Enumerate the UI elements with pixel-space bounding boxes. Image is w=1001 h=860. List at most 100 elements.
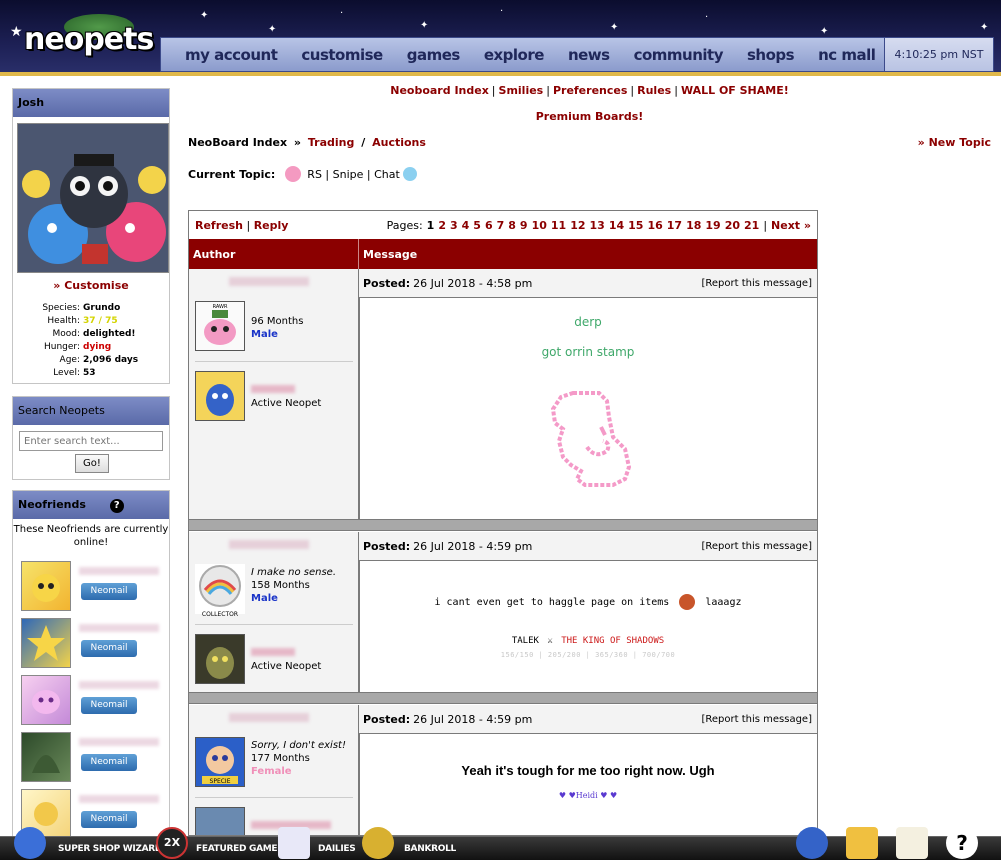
- page-link[interactable]: 8: [508, 219, 516, 232]
- link-rules[interactable]: Rules: [637, 84, 671, 97]
- author-months: 158 Months: [251, 580, 310, 591]
- link-preferences[interactable]: Preferences: [553, 84, 627, 97]
- author-avatar[interactable]: SPECIE: [195, 737, 245, 787]
- pet-icon[interactable]: [796, 827, 828, 859]
- user-pet-panel: Josh » Customise Species: Grundo Health: 3…: [12, 88, 170, 384]
- friend-name-blurred[interactable]: [79, 624, 159, 632]
- nav-nc-mall[interactable]: nc mall: [818, 46, 876, 64]
- search-go-button[interactable]: Go!: [75, 454, 109, 473]
- crumb-auctions[interactable]: Auctions: [372, 136, 426, 149]
- shop-wizard-icon[interactable]: [14, 827, 46, 859]
- nav-news[interactable]: news: [568, 46, 610, 64]
- author-gender: Male: [251, 329, 278, 340]
- page-link[interactable]: 9: [520, 219, 528, 232]
- friend-avatar[interactable]: [21, 561, 71, 611]
- friend-avatar[interactable]: [21, 675, 71, 725]
- report-link[interactable]: Report this message: [705, 278, 808, 289]
- nav-community[interactable]: community: [634, 46, 724, 64]
- new-topic-link[interactable]: » New Topic: [918, 136, 991, 149]
- super-shop-wizard-link[interactable]: SUPER SHOP WIZARD: [58, 844, 162, 854]
- friend-name-blurred[interactable]: [79, 567, 159, 575]
- page-link[interactable]: 7: [497, 219, 505, 232]
- friend-name-blurred[interactable]: [79, 681, 159, 689]
- page-link[interactable]: 15: [628, 219, 643, 232]
- page-link[interactable]: 19: [705, 219, 720, 232]
- author-avatar[interactable]: RAWR: [195, 301, 245, 351]
- author-name-blurred[interactable]: [229, 713, 309, 722]
- logo-text: neopets: [24, 22, 154, 57]
- page-link[interactable]: 14: [609, 219, 624, 232]
- card-icon[interactable]: [846, 827, 878, 859]
- author-avatar[interactable]: COLLECTOR: [195, 564, 245, 618]
- nav-my-account[interactable]: my account: [185, 46, 278, 64]
- reply-link[interactable]: Reply: [254, 219, 289, 232]
- link-smilies[interactable]: Smilies: [499, 84, 544, 97]
- page-link[interactable]: 21: [744, 219, 759, 232]
- page-link[interactable]: 17: [667, 219, 682, 232]
- page-link[interactable]: 4: [462, 219, 470, 232]
- friend-name-blurred[interactable]: [79, 795, 159, 803]
- neomail-button[interactable]: Neomail: [81, 754, 137, 771]
- friend-avatar[interactable]: [21, 618, 71, 668]
- page-link[interactable]: 6: [485, 219, 493, 232]
- friend-name-blurred[interactable]: [79, 738, 159, 746]
- author-gender: Female: [251, 766, 292, 777]
- active-pet-image[interactable]: [17, 123, 169, 273]
- neomail-button[interactable]: Neomail: [81, 697, 137, 714]
- next-page-link[interactable]: Next »: [771, 219, 811, 232]
- link-neoboard-index[interactable]: Neoboard Index: [390, 84, 489, 97]
- nav-explore[interactable]: explore: [484, 46, 545, 64]
- page-link[interactable]: 12: [570, 219, 585, 232]
- author-name-blurred[interactable]: [229, 540, 309, 549]
- premium-boards-link[interactable]: Premium Boards!: [182, 110, 997, 123]
- pet-name-blurred[interactable]: [251, 648, 295, 656]
- nav-games[interactable]: games: [407, 46, 461, 64]
- post-date: 26 Jul 2018 - 4:58 pm: [413, 277, 533, 290]
- report-link[interactable]: Report this message: [705, 714, 808, 725]
- featured-game-link[interactable]: FEATURED GAME: [196, 844, 278, 854]
- signature: ♥ ♥Heidi ♥ ♥: [558, 791, 618, 800]
- 2x-badge-icon[interactable]: 2X: [156, 827, 188, 859]
- page-link[interactable]: 11: [551, 219, 566, 232]
- post-message: Posted: 26 Jul 2018 - 4:59 pm [Report thi…: [359, 705, 817, 800]
- customise-link[interactable]: » Customise: [13, 279, 169, 292]
- post-separator: [189, 519, 817, 531]
- signature-title: TALEK ⚔ THE KING OF SHADOWS: [511, 636, 665, 646]
- page-link[interactable]: 20: [725, 219, 740, 232]
- help-icon[interactable]: ?: [109, 499, 124, 513]
- scroll-icon[interactable]: [896, 827, 928, 859]
- nav-customise[interactable]: customise: [301, 46, 383, 64]
- neomail-button[interactable]: Neomail: [81, 640, 137, 657]
- dailies-link[interactable]: DAILIES: [318, 844, 356, 854]
- neopets-logo[interactable]: ★ neopets: [6, 14, 156, 64]
- author-name-blurred[interactable]: [229, 277, 309, 286]
- page-link[interactable]: 10: [532, 219, 547, 232]
- pet-avatar[interactable]: [195, 371, 245, 421]
- page-link[interactable]: 5: [473, 219, 481, 232]
- stat-hunger: Hunger: dying: [44, 342, 112, 352]
- page-link[interactable]: 18: [686, 219, 701, 232]
- page-link[interactable]: 16: [647, 219, 662, 232]
- pet-avatar[interactable]: [195, 634, 245, 684]
- neomail-button[interactable]: Neomail: [81, 583, 137, 600]
- pet-avatar[interactable]: [195, 807, 245, 835]
- neomail-button[interactable]: Neomail: [81, 811, 137, 828]
- col-author: Author: [193, 248, 236, 261]
- bankroll-link[interactable]: BANKROLL: [404, 844, 456, 854]
- report-link[interactable]: Report this message: [705, 541, 808, 552]
- neofriends-panel: Neofriends ? These Neofriends are curren…: [12, 490, 170, 850]
- crumb-trading[interactable]: Trading: [308, 136, 355, 149]
- refresh-link[interactable]: Refresh: [195, 219, 243, 232]
- neofriends-title: Neofriends: [18, 498, 86, 511]
- coins-icon[interactable]: [362, 827, 394, 859]
- search-input[interactable]: [19, 431, 163, 451]
- page-link[interactable]: 3: [450, 219, 458, 232]
- pet-name-blurred[interactable]: [251, 385, 295, 393]
- nav-shops[interactable]: shops: [747, 46, 795, 64]
- friend-avatar[interactable]: [21, 732, 71, 782]
- page-link[interactable]: 2: [438, 219, 446, 232]
- help-icon[interactable]: ?: [946, 827, 978, 859]
- link-wall-of-shame[interactable]: WALL OF SHAME!: [681, 84, 789, 97]
- calendar-icon[interactable]: [278, 827, 310, 859]
- page-link[interactable]: 13: [590, 219, 605, 232]
